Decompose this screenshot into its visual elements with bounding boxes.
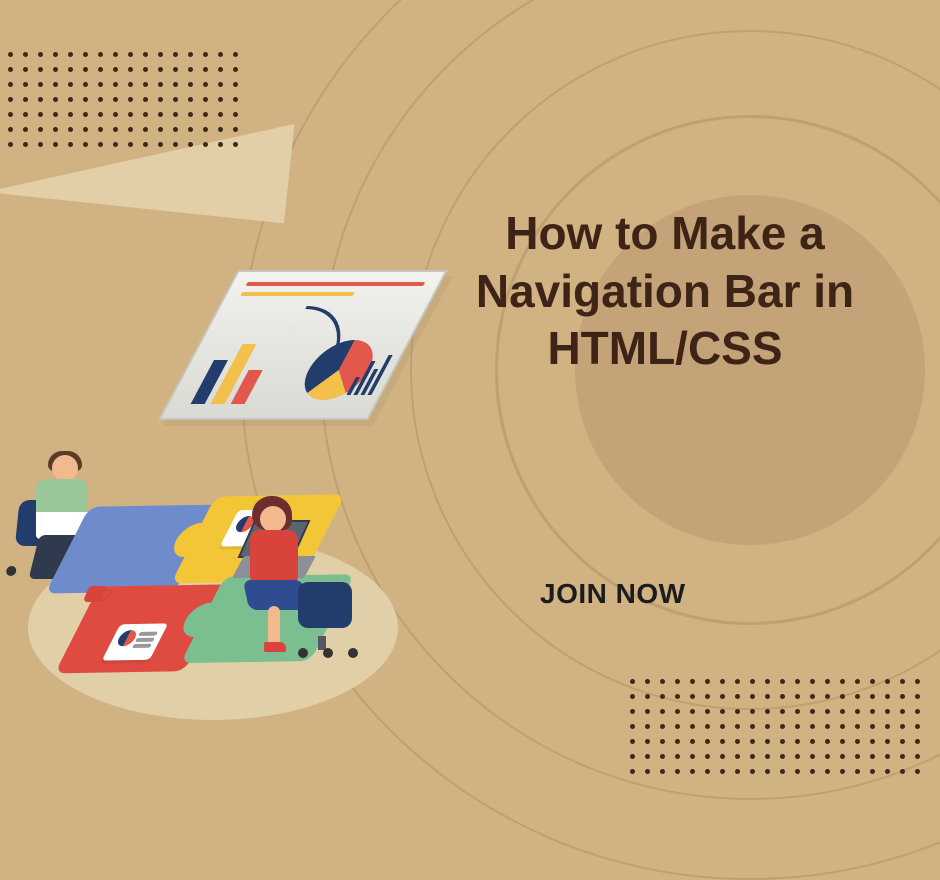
office-chair-right bbox=[298, 582, 362, 652]
page-title: How to Make a Navigation Bar in HTML/CSS bbox=[430, 205, 900, 378]
illustration bbox=[8, 270, 438, 770]
whiteboard bbox=[158, 270, 448, 420]
join-now-button[interactable]: JOIN NOW bbox=[540, 578, 686, 610]
dot-pattern-bottom-right bbox=[630, 679, 920, 774]
dot-pattern-top-left bbox=[8, 52, 238, 147]
